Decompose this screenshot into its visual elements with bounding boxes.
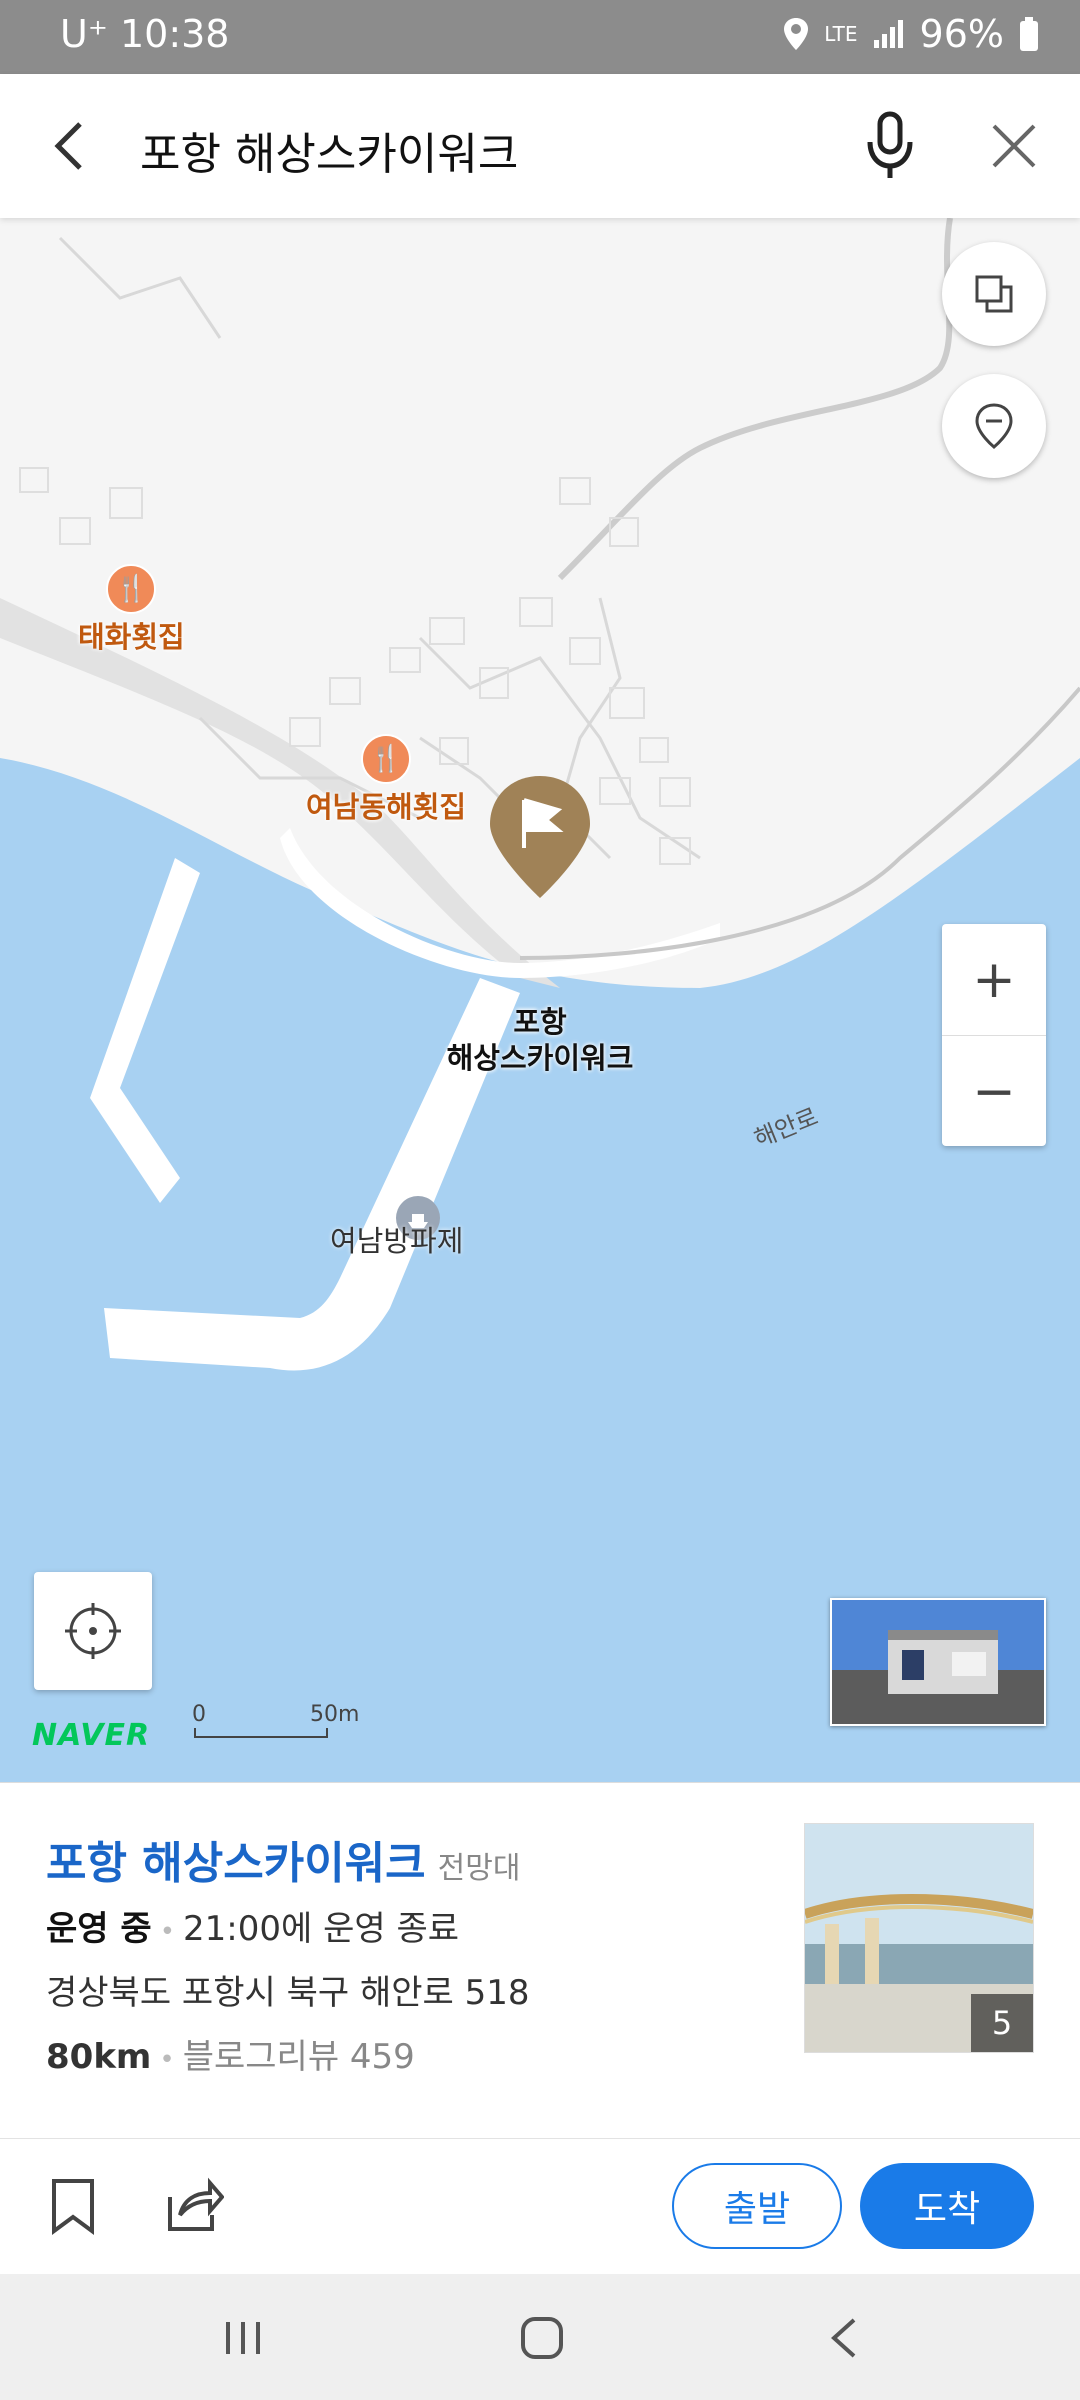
signal-icon xyxy=(873,20,903,48)
poi-label: 태화횟집 xyxy=(78,620,185,654)
photo-count: 5 xyxy=(971,1994,1033,2052)
network-type: LTE xyxy=(824,22,858,46)
status-bar: U⁺ 10:38 LTE 96% xyxy=(0,0,1080,74)
poi-yeonam[interactable]: 🍴 여남동해횟집 xyxy=(306,734,466,826)
zoom-control: + − xyxy=(942,924,1046,1146)
restaurant-icon: 🍴 xyxy=(361,734,412,784)
street-view-thumbnail[interactable] xyxy=(830,1598,1046,1726)
location-icon xyxy=(784,18,809,50)
restaurant-icon: 🍴 xyxy=(106,564,157,614)
close-icon[interactable] xyxy=(982,114,1046,178)
street-view-image xyxy=(832,1600,1044,1724)
place-marker-label[interactable]: 포항 해상스카이워크 xyxy=(420,1004,660,1076)
microphone-icon[interactable] xyxy=(858,110,922,182)
back-arrow-icon[interactable] xyxy=(40,114,100,178)
home-icon[interactable] xyxy=(520,2316,564,2360)
clock: 10:38 xyxy=(119,12,230,56)
zoom-in-button[interactable]: + xyxy=(942,924,1046,1036)
place-category: 전망대 xyxy=(437,1851,521,1886)
naver-logo: NAVER xyxy=(32,1718,151,1753)
back-icon[interactable] xyxy=(826,2316,860,2360)
open-status: 운영 중 xyxy=(46,1909,152,1949)
pin-outline-icon xyxy=(975,403,1013,449)
place-name[interactable]: 포항 해상스카이워크 xyxy=(46,1838,426,1889)
blog-review-count[interactable]: 블로그리뷰 459 xyxy=(183,2037,415,2077)
poi-taehwa[interactable]: 🍴 태화횟집 xyxy=(78,564,185,656)
share-icon[interactable] xyxy=(166,2177,224,2233)
my-location-button[interactable] xyxy=(34,1572,152,1690)
carrier: U⁺ xyxy=(60,12,108,56)
bookmark-icon[interactable] xyxy=(48,2177,98,2235)
search-bar: 포항 해상스카이워크 xyxy=(0,74,1080,218)
scale-bar: 0 50m xyxy=(192,1702,359,1742)
battery-icon xyxy=(1020,17,1038,51)
map-view[interactable]: 🍴 태화횟집 🍴 여남동해횟집 포항 해상스카이워크 여남방파제 해안로 + −… xyxy=(0,218,1080,1782)
place-photo[interactable]: 5 xyxy=(804,1823,1034,2053)
distance: 80km xyxy=(46,2037,152,2077)
breakwater-label[interactable]: 여남방파제 xyxy=(330,1218,463,1260)
zoom-out-button[interactable]: − xyxy=(942,1036,1046,1147)
map-base xyxy=(0,218,1080,1782)
layers-icon xyxy=(975,275,1013,313)
crosshair-icon xyxy=(65,1603,121,1659)
battery-level: 96% xyxy=(919,12,1004,56)
layers-button[interactable] xyxy=(942,242,1046,346)
depart-button[interactable]: 출발 xyxy=(672,2163,842,2249)
search-query[interactable]: 포항 해상스카이워크 xyxy=(140,118,518,182)
place-pin-button[interactable] xyxy=(942,374,1046,478)
poi-label: 여남동해횟집 xyxy=(306,790,467,824)
arrive-button[interactable]: 도착 xyxy=(860,2163,1034,2249)
system-nav-bar xyxy=(0,2274,1080,2400)
closing-time: 21:00에 운영 종료 xyxy=(183,1909,460,1949)
recent-apps-icon[interactable] xyxy=(222,2318,264,2358)
action-bar: 출발 도착 xyxy=(0,2138,1080,2275)
place-address: 경상북도 포항시 북구 해안로 518 xyxy=(46,1973,530,2013)
place-info-panel[interactable]: 포항 해상스카이워크 전망대 운영 중 • 21:00에 운영 종료 경상북도 포항시… xyxy=(0,1782,1080,2139)
